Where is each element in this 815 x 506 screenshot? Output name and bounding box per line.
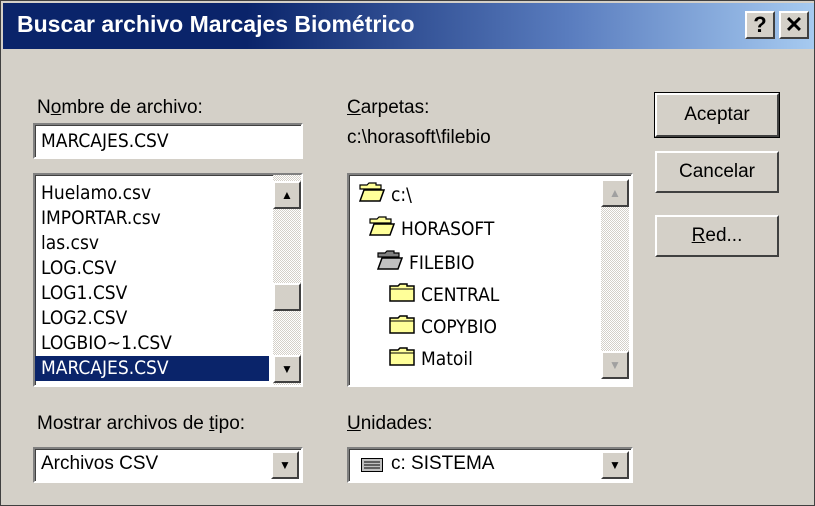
- folder-tree[interactable]: c:\ HORASOFT FILEBIO CENTRAL COPYBIO Matoil ▲…: [347, 173, 633, 387]
- file-type-label: Mostrar archivos de tipo:: [37, 413, 246, 434]
- folder-tree-label: c:\: [391, 184, 412, 206]
- file-name-value: MARCAJES.CSV: [41, 130, 169, 152]
- file-list-item[interactable]: LOG.CSV: [35, 256, 269, 281]
- file-list-item[interactable]: LOG1.CSV: [35, 281, 269, 306]
- folder-tree-item[interactable]: HORASOFT: [368, 215, 495, 244]
- folder-closed-icon: [389, 346, 415, 374]
- scroll-down-icon[interactable]: ▼: [273, 355, 301, 383]
- file-name-label: Nombre de archivo:: [37, 97, 203, 118]
- folder-tree-label: CENTRAL: [421, 284, 500, 306]
- current-path: c:\horasoft\filebio: [347, 127, 491, 148]
- folder-tree-item[interactable]: CENTRAL: [389, 281, 499, 309]
- folders-label: Carpetas:: [347, 97, 430, 118]
- drives-label: Unidades:: [347, 413, 433, 434]
- file-list-item[interactable]: Huelamo.csv: [35, 181, 269, 206]
- file-name-input[interactable]: MARCAJES.CSV: [33, 123, 303, 159]
- file-type-value: Archivos CSV: [41, 453, 159, 474]
- folder-tree-label: COPYBIO: [421, 316, 497, 338]
- tree-scroll-up-icon[interactable]: ▲: [601, 179, 629, 207]
- title-bar: Buscar archivo Marcajes Biométrico ? ✕: [3, 3, 814, 49]
- network-button[interactable]: Red...: [655, 215, 779, 257]
- folder-tree-item[interactable]: Matoil: [389, 345, 473, 373]
- drive-dropdown-icon[interactable]: ▼: [601, 451, 629, 479]
- cancel-button[interactable]: Cancelar: [655, 151, 779, 193]
- file-list-item[interactable]: LOGBIO~1.CSV: [35, 331, 269, 356]
- file-list-item[interactable]: las.csv: [35, 231, 269, 256]
- folder-open-icon: [358, 181, 386, 210]
- folder-tree-item[interactable]: COPYBIO: [389, 313, 497, 341]
- file-list-scrollbar[interactable]: ▲ ▼: [273, 175, 301, 385]
- folder-tree-scrollbar[interactable]: ▲ ▼: [601, 179, 629, 379]
- file-type-select[interactable]: Archivos CSV ▼: [33, 447, 303, 483]
- scroll-up-icon[interactable]: ▲: [273, 181, 301, 209]
- accept-button[interactable]: Aceptar: [654, 92, 780, 138]
- drive-icon: [361, 458, 383, 477]
- file-list-item[interactable]: IMPORTAR.csv: [35, 206, 269, 231]
- drive-value: c: SISTEMA: [391, 453, 495, 474]
- folder-tree-item[interactable]: c:\: [358, 181, 412, 210]
- folder-tree-label: Matoil: [421, 348, 473, 370]
- file-list-item[interactable]: LOG2.CSV: [35, 306, 269, 331]
- folder-open-icon: [368, 215, 396, 244]
- close-button[interactable]: ✕: [779, 11, 809, 39]
- help-button[interactable]: ?: [745, 11, 775, 39]
- drive-select[interactable]: c: SISTEMA ▼: [347, 447, 633, 483]
- folder-open-icon: [376, 249, 404, 278]
- file-type-dropdown-icon[interactable]: ▼: [271, 451, 299, 479]
- folder-closed-icon: [389, 314, 415, 342]
- window-title: Buscar archivo Marcajes Biométrico: [17, 11, 415, 37]
- folder-tree-item[interactable]: FILEBIO: [376, 249, 475, 278]
- dialog-window: Buscar archivo Marcajes Biométrico ? ✕ N…: [0, 0, 815, 506]
- tree-scroll-down-icon[interactable]: ▼: [601, 351, 629, 379]
- file-list[interactable]: Huelamo.csv IMPORTAR.csv las.csv LOG.CSV LOG…: [33, 173, 303, 387]
- scroll-thumb[interactable]: [273, 283, 301, 311]
- folder-tree-label: HORASOFT: [401, 218, 495, 240]
- folder-closed-icon: [389, 282, 415, 310]
- folder-tree-label: FILEBIO: [409, 252, 475, 274]
- file-list-item[interactable]: MARCAJES.CSV: [35, 356, 269, 381]
